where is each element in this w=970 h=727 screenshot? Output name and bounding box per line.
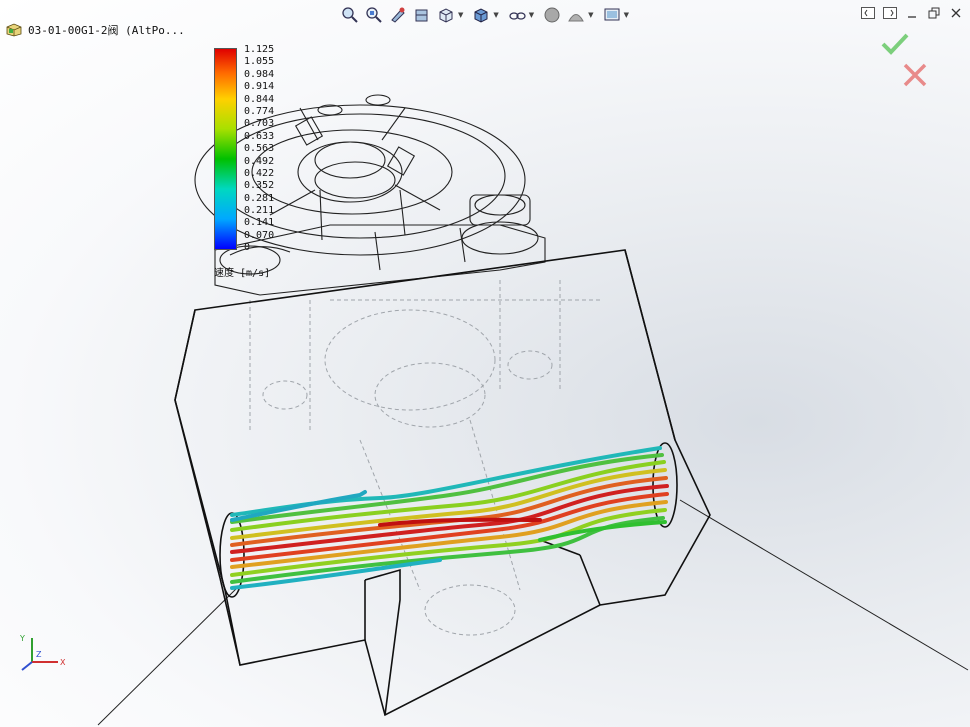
legend-value: 0.984	[244, 68, 275, 80]
hide-show-items-icon	[509, 12, 526, 20]
view-settings-button[interactable]	[602, 5, 622, 25]
legend-value: 0.563	[244, 143, 275, 155]
edit-appearance-button[interactable]	[542, 5, 562, 25]
legend-value: 0.774	[244, 105, 275, 117]
graphics-area[interactable]: 03-01-00G1-2阀 (AltPo... ▼ ▼ ▼ ▼ ▼ 1.125 …	[0, 0, 970, 727]
legend-value: 0.070	[244, 229, 275, 241]
legend-value: 0.281	[244, 192, 275, 204]
restore-icon	[928, 7, 940, 19]
zoom-to-fit-icon	[342, 7, 358, 23]
triad-y-label: Y	[19, 634, 25, 643]
reference-triad: Y X Z	[19, 634, 66, 671]
view-orientation-button[interactable]	[436, 5, 456, 25]
hide-show-dropdown-icon[interactable]: ▼	[529, 11, 534, 19]
hide-show-items-button[interactable]	[507, 5, 527, 25]
tile-right-icon	[883, 7, 897, 19]
close-icon	[951, 8, 961, 18]
previous-view-button[interactable]	[388, 5, 408, 25]
legend-color-bar	[214, 48, 237, 250]
tile-left-icon	[861, 7, 875, 19]
cancel-icon[interactable]	[902, 62, 928, 88]
minimize-icon	[908, 16, 916, 18]
legend-value: 0.492	[244, 155, 275, 167]
legend-values: 1.125 1.055 0.984 0.914 0.844 0.774 0.70…	[244, 44, 274, 255]
view-settings-icon	[604, 8, 620, 21]
legend-value: 1.055	[244, 56, 275, 68]
edit-appearance-icon	[544, 7, 560, 23]
zoom-to-fit-button[interactable]	[340, 5, 360, 25]
window-controls	[860, 6, 964, 20]
triad-x-label: X	[60, 658, 66, 667]
view-orientation-dropdown-icon[interactable]: ▼	[458, 11, 463, 19]
velocity-legend[interactable]: 1.125 1.055 0.984 0.914 0.844 0.774 0.70…	[214, 44, 294, 284]
close-button[interactable]	[948, 6, 964, 20]
flow-trajectories	[230, 446, 669, 590]
display-style-dropdown-icon[interactable]: ▼	[493, 11, 498, 19]
legend-value: 0.422	[244, 167, 275, 179]
minimize-button[interactable]	[904, 6, 920, 20]
legend-value: 1.125	[244, 44, 275, 55]
section-view-button[interactable]	[412, 5, 432, 25]
legend-unit-label: 速度 [m/s]	[214, 268, 271, 279]
display-style-icon	[474, 8, 488, 23]
display-style-button[interactable]	[471, 5, 491, 25]
apply-scene-dropdown-icon[interactable]: ▼	[588, 11, 593, 19]
apply-scene-button[interactable]	[566, 5, 586, 25]
legend-value: 0.211	[244, 205, 275, 217]
apply-scene-icon	[568, 14, 585, 22]
triad-z-label: Z	[36, 650, 42, 659]
section-view-icon	[415, 9, 428, 22]
tile-right-button[interactable]	[882, 6, 898, 20]
accept-icon[interactable]	[880, 32, 910, 56]
legend-value: 0.703	[244, 118, 275, 130]
legend-value: 0.352	[244, 180, 275, 192]
hidden-edges	[249, 280, 600, 636]
legend-value: 0.914	[244, 81, 275, 93]
legend-value: 0.141	[244, 217, 275, 229]
restore-button[interactable]	[926, 6, 942, 20]
heads-up-view-toolbar: ▼ ▼ ▼ ▼ ▼	[340, 4, 633, 26]
tile-left-button[interactable]	[860, 6, 876, 20]
previous-view-icon	[391, 7, 405, 23]
view-settings-dropdown-icon[interactable]: ▼	[624, 11, 629, 19]
document-title-bar: 03-01-00G1-2阀 (AltPo...	[6, 22, 185, 38]
view-orientation-icon	[439, 8, 453, 23]
legend-value: 0	[244, 242, 251, 254]
legend-value: 0.844	[244, 93, 275, 105]
document-title: 03-01-00G1-2阀 (AltPo...	[28, 24, 185, 37]
legend-value: 0.633	[244, 130, 275, 142]
part-icon	[6, 23, 22, 37]
confirmation-corner	[880, 32, 930, 92]
zoom-to-area-icon	[366, 7, 382, 23]
model-view[interactable]	[0, 0, 970, 727]
zoom-to-area-button[interactable]	[364, 5, 384, 25]
